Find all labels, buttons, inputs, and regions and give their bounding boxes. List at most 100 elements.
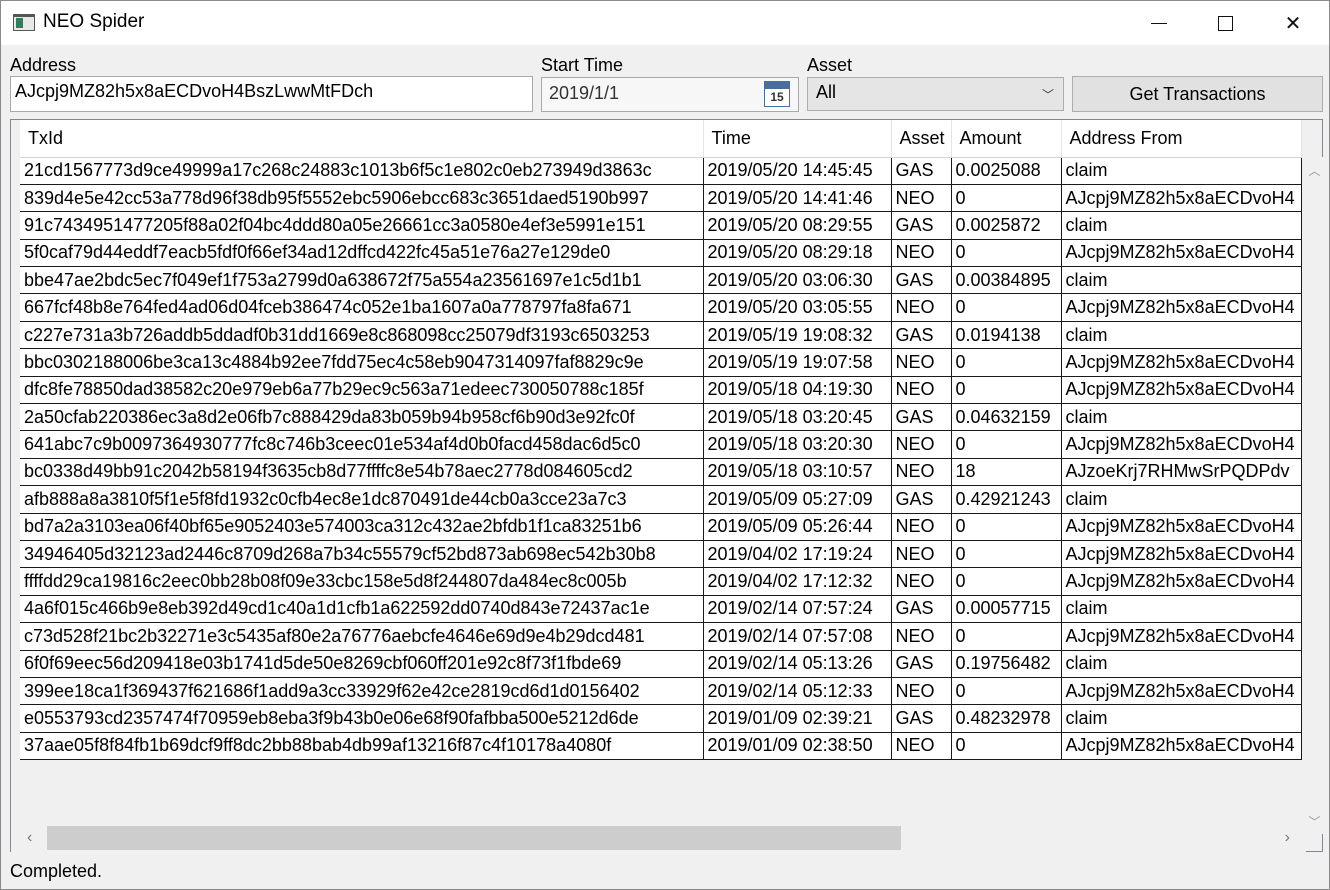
- cell-time[interactable]: 2019/05/20 14:45:45: [703, 157, 892, 185]
- cell-time[interactable]: 2019/05/09 05:27:09: [703, 485, 892, 514]
- column-header-time[interactable]: Time: [703, 120, 892, 158]
- cell-asset[interactable]: NEO: [891, 677, 952, 706]
- cell-asset[interactable]: GAS: [891, 704, 952, 733]
- cell-amount[interactable]: 0: [951, 376, 1062, 405]
- cell-amount[interactable]: 0: [951, 540, 1062, 569]
- table-row[interactable]: e0553793cd2357474f70959eb8eba3f9b43b0e06…: [20, 704, 1302, 733]
- table-row[interactable]: 4a6f015c466b9e8eb392d49cd1c40a1d1cfb1a62…: [20, 595, 1302, 624]
- table-row[interactable]: c73d528f21bc2b32271e3c5435af80e2a76776ae…: [20, 622, 1302, 651]
- vertical-scrollbar[interactable]: ︿ ﹀: [1306, 157, 1323, 834]
- cell-address-from[interactable]: claim: [1061, 704, 1302, 733]
- cell-txid[interactable]: 4a6f015c466b9e8eb392d49cd1c40a1d1cfb1a62…: [20, 595, 704, 624]
- cell-address-from[interactable]: AJcpj9MZ82h5x8aECDvoH4: [1061, 430, 1302, 459]
- minimize-button[interactable]: [1125, 1, 1193, 45]
- cell-address-from[interactable]: AJcpj9MZ82h5x8aECDvoH4: [1061, 376, 1302, 405]
- cell-txid[interactable]: afb888a8a3810f5f1e5f8fd1932c0cfb4ec8e1dc…: [20, 485, 704, 514]
- cell-amount[interactable]: 0: [951, 513, 1062, 541]
- maximize-button[interactable]: [1191, 1, 1259, 45]
- cell-asset[interactable]: NEO: [891, 184, 952, 213]
- cell-txid[interactable]: bbc0302188006be3ca13c4884b92ee7fdd75ec4c…: [20, 348, 704, 377]
- cell-address-from[interactable]: AJcpj9MZ82h5x8aECDvoH4: [1061, 293, 1302, 322]
- table-row[interactable]: afb888a8a3810f5f1e5f8fd1932c0cfb4ec8e1dc…: [20, 485, 1302, 514]
- cell-address-from[interactable]: AJcpj9MZ82h5x8aECDvoH4: [1061, 540, 1302, 569]
- cell-asset[interactable]: NEO: [891, 430, 952, 459]
- table-row[interactable]: 839d4e5e42cc53a778d96f38db95f5552ebc5906…: [20, 184, 1302, 213]
- address-input[interactable]: AJcpj9MZ82h5x8aECDvoH4BszLwwMtFDch: [10, 76, 533, 112]
- cell-amount[interactable]: 0.0025872: [951, 211, 1062, 240]
- cell-txid[interactable]: 21cd1567773d9ce49999a17c268c24883c1013b6…: [20, 157, 704, 185]
- cell-txid[interactable]: 34946405d32123ad2446c8709d268a7b34c55579…: [20, 540, 704, 569]
- cell-asset[interactable]: NEO: [891, 293, 952, 322]
- cell-time[interactable]: 2019/02/14 07:57:08: [703, 622, 892, 651]
- cell-amount[interactable]: 0.48232978: [951, 704, 1062, 733]
- cell-address-from[interactable]: claim: [1061, 595, 1302, 624]
- cell-address-from[interactable]: claim: [1061, 321, 1302, 350]
- table-row[interactable]: c227e731a3b726addb5ddadf0b31dd1669e8c868…: [20, 321, 1302, 350]
- table-row[interactable]: 5f0caf79d44eddf7eacb5fdf0f66ef34ad12dffc…: [20, 239, 1302, 268]
- horizontal-scrollbar[interactable]: ‹ ›: [11, 824, 1306, 852]
- calendar-icon[interactable]: 15: [764, 81, 790, 107]
- scroll-down-icon[interactable]: ﹀: [1306, 813, 1323, 830]
- cell-address-from[interactable]: AJcpj9MZ82h5x8aECDvoH4: [1061, 622, 1302, 651]
- cell-txid[interactable]: bc0338d49bb91c2042b58194f3635cb8d77ffffc…: [20, 458, 704, 487]
- cell-asset[interactable]: GAS: [891, 157, 952, 185]
- cell-asset[interactable]: NEO: [891, 513, 952, 541]
- cell-txid[interactable]: 641abc7c9b0097364930777fc8c746b3ceec01e5…: [20, 430, 704, 459]
- cell-asset[interactable]: GAS: [891, 650, 952, 678]
- cell-asset[interactable]: NEO: [891, 622, 952, 651]
- cell-asset[interactable]: NEO: [891, 458, 952, 487]
- scroll-right-icon[interactable]: ›: [1285, 829, 1290, 847]
- cell-asset[interactable]: NEO: [891, 348, 952, 377]
- cell-amount[interactable]: 0.00384895: [951, 266, 1062, 295]
- cell-txid[interactable]: 37aae05f8f84fb1b69dcf9ff8dc2bb88bab4db99…: [20, 732, 704, 761]
- cell-txid[interactable]: dfc8fe78850dad38582c20e979eb6a77b29ec9c5…: [20, 376, 704, 405]
- cell-time[interactable]: 2019/05/18 03:10:57: [703, 458, 892, 487]
- cell-amount[interactable]: 0: [951, 732, 1062, 761]
- cell-asset[interactable]: NEO: [891, 239, 952, 268]
- cell-amount[interactable]: 0.00057715: [951, 595, 1062, 624]
- cell-txid[interactable]: ffffdd29ca19816c2eec0bb28b08f09e33cbc158…: [20, 567, 704, 596]
- cell-time[interactable]: 2019/05/09 05:26:44: [703, 513, 892, 541]
- cell-amount[interactable]: 0.19756482: [951, 650, 1062, 678]
- cell-time[interactable]: 2019/05/19 19:07:58: [703, 348, 892, 377]
- cell-address-from[interactable]: claim: [1061, 650, 1302, 678]
- table-row[interactable]: bbe47ae2bdc5ec7f049ef1f753a2799d0a638672…: [20, 266, 1302, 295]
- cell-time[interactable]: 2019/05/18 03:20:45: [703, 403, 892, 432]
- table-row[interactable]: 34946405d32123ad2446c8709d268a7b34c55579…: [20, 540, 1302, 569]
- cell-txid[interactable]: 839d4e5e42cc53a778d96f38db95f5552ebc5906…: [20, 184, 704, 213]
- cell-address-from[interactable]: claim: [1061, 211, 1302, 240]
- cell-amount[interactable]: 0: [951, 239, 1062, 268]
- table-row[interactable]: 37aae05f8f84fb1b69dcf9ff8dc2bb88bab4db99…: [20, 732, 1302, 761]
- cell-asset[interactable]: NEO: [891, 376, 952, 405]
- table-row[interactable]: bc0338d49bb91c2042b58194f3635cb8d77ffffc…: [20, 458, 1302, 487]
- table-row[interactable]: dfc8fe78850dad38582c20e979eb6a77b29ec9c5…: [20, 376, 1302, 405]
- cell-amount[interactable]: 0: [951, 677, 1062, 706]
- get-transactions-button[interactable]: Get Transactions: [1072, 76, 1323, 112]
- title-bar[interactable]: NEO Spider ✕: [1, 1, 1329, 45]
- table-row[interactable]: bd7a2a3103ea06f40bf65e9052403e574003ca31…: [20, 513, 1302, 541]
- cell-amount[interactable]: 0: [951, 622, 1062, 651]
- table-row[interactable]: bbc0302188006be3ca13c4884b92ee7fdd75ec4c…: [20, 348, 1302, 377]
- cell-txid[interactable]: 6f0f69eec56d209418e03b1741d5de50e8269cbf…: [20, 650, 704, 678]
- cell-asset[interactable]: GAS: [891, 211, 952, 240]
- cell-address-from[interactable]: AJcpj9MZ82h5x8aECDvoH4: [1061, 677, 1302, 706]
- cell-txid[interactable]: c227e731a3b726addb5ddadf0b31dd1669e8c868…: [20, 321, 704, 350]
- cell-amount[interactable]: 0.0025088: [951, 157, 1062, 185]
- cell-amount[interactable]: 18: [951, 458, 1062, 487]
- table-row[interactable]: ffffdd29ca19816c2eec0bb28b08f09e33cbc158…: [20, 567, 1302, 596]
- cell-amount[interactable]: 0.04632159: [951, 403, 1062, 432]
- cell-address-from[interactable]: claim: [1061, 266, 1302, 295]
- cell-txid[interactable]: 667fcf48b8e764fed4ad06d04fceb386474c052e…: [20, 293, 704, 322]
- cell-amount[interactable]: 0.0194138: [951, 321, 1062, 350]
- cell-address-from[interactable]: claim: [1061, 403, 1302, 432]
- cell-amount[interactable]: 0: [951, 348, 1062, 377]
- cell-asset[interactable]: GAS: [891, 403, 952, 432]
- cell-time[interactable]: 2019/01/09 02:39:21: [703, 704, 892, 733]
- scroll-up-icon[interactable]: ︿: [1306, 162, 1323, 179]
- cell-time[interactable]: 2019/02/14 07:57:24: [703, 595, 892, 624]
- column-header-asset[interactable]: Asset: [891, 120, 952, 158]
- column-header-address-from[interactable]: Address From: [1061, 120, 1302, 158]
- column-header-txid[interactable]: TxId: [20, 120, 704, 158]
- cell-amount[interactable]: 0.42921243: [951, 485, 1062, 514]
- cell-address-from[interactable]: AJcpj9MZ82h5x8aECDvoH4: [1061, 567, 1302, 596]
